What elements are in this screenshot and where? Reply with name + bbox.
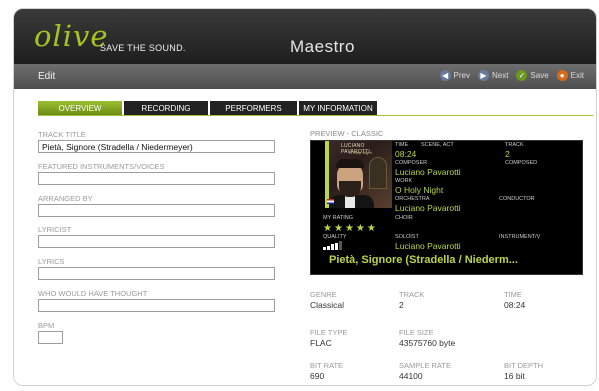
- exit-button[interactable]: ● Exit: [556, 70, 584, 81]
- content-panel: OVERVIEW RECORDING PERFORMERS MY INFORMA…: [14, 89, 596, 385]
- who-input[interactable]: [38, 299, 275, 312]
- tab-divider: [38, 115, 593, 116]
- olive-logo: olive: [34, 19, 109, 53]
- preview-scene-label: SCENE, ACT: [421, 142, 454, 148]
- tab-my-information[interactable]: MY INFORMATION: [299, 101, 377, 115]
- next-label: Next: [491, 71, 509, 80]
- quality-bar: [327, 245, 330, 250]
- arranged-label: ARRANGED BY: [38, 194, 93, 203]
- tagline: SAVE THE SOUND.: [100, 43, 186, 53]
- track-title-label: TRACK TITLE: [38, 130, 86, 139]
- preview-composed-label: COMPOSED: [505, 160, 538, 166]
- app-title: Maestro: [290, 37, 355, 56]
- tab-performers[interactable]: PERFORMERS: [210, 101, 297, 115]
- cover-subtitle: O Holy Night: [349, 150, 372, 155]
- arrow-right-icon: ▶: [477, 70, 489, 81]
- lyricist-input[interactable]: [38, 235, 275, 248]
- track-title-input[interactable]: [38, 140, 275, 153]
- preview-quality-label: QUALITY: [323, 234, 347, 240]
- preview-display: LUCIANO PAVAROTTI O Holy Night TIME SCEN…: [310, 140, 583, 275]
- samplerate-label: SAMPLE RATE: [399, 361, 451, 370]
- bitdepth-value: 16 bit: [504, 371, 525, 381]
- preview-composer-label: COMPOSER: [395, 160, 428, 166]
- time-label: TIME: [504, 290, 522, 299]
- preview-time-value: 08:24: [395, 149, 417, 159]
- who-label: WHO WOULD HAVE THOUGHT: [38, 289, 148, 298]
- toolbar-actions: ◀ Prev ▶ Next ✓ Save ● Exit: [439, 70, 584, 81]
- preview-track-title: Pietà, Signore (Stradella / Niederm...: [329, 254, 518, 266]
- genre-label: GENRE: [310, 290, 337, 299]
- quality-bar: [331, 244, 334, 250]
- preview-work-label: WORK: [395, 178, 413, 184]
- tab-bar: OVERVIEW RECORDING PERFORMERS MY INFORMA…: [38, 101, 377, 115]
- app-window: olive SAVE THE SOUND. Maestro Edit ◀ Pre…: [13, 8, 597, 386]
- quality-bar: [339, 241, 342, 250]
- preview-track-label: TRACK: [505, 142, 524, 148]
- preview-soloist-label: SOLOIST: [395, 234, 419, 240]
- save-label: Save: [530, 71, 549, 80]
- album-cover: LUCIANO PAVAROTTI O Holy Night: [325, 141, 392, 208]
- power-icon: ●: [556, 70, 568, 81]
- preview-choir-label: CHOIR: [395, 215, 413, 221]
- prev-button[interactable]: ◀ Prev: [439, 70, 470, 81]
- preview-track-value: 2: [505, 149, 510, 159]
- quality-bar: [335, 242, 338, 250]
- tab-overview[interactable]: OVERVIEW: [38, 101, 122, 115]
- save-button[interactable]: ✓ Save: [516, 70, 549, 81]
- lyrics-input[interactable]: [38, 267, 275, 280]
- featured-label: FEATURED INSTRUMENTS/VOICES: [38, 162, 165, 171]
- preview-composer-value: Luciano Pavarotti: [395, 167, 461, 177]
- lyrics-label: LYRICS: [38, 257, 65, 266]
- bitrate-value: 690: [310, 371, 325, 381]
- filetype-value: FLAC: [310, 338, 332, 348]
- quality-bar: [323, 247, 326, 250]
- preview-instrument-label: INSTRUMENT/V: [499, 234, 541, 240]
- arranged-input[interactable]: [38, 204, 275, 217]
- track-label: TRACK: [399, 290, 425, 299]
- track-value: 2: [399, 300, 404, 310]
- tab-recording[interactable]: RECORDING: [124, 101, 208, 115]
- star-icon[interactable]: ★: [367, 224, 376, 234]
- bpm-label: BPM: [38, 321, 55, 330]
- filesize-value: 43575760 byte: [399, 338, 456, 348]
- preview-conductor-label: CONDUCTOR: [499, 196, 535, 202]
- star-icon[interactable]: ★: [334, 224, 343, 234]
- samplerate-value: 44100: [399, 371, 423, 381]
- edit-toolbar: Edit ◀ Prev ▶ Next ✓ Save ● Exit: [14, 64, 596, 89]
- time-value: 08:24: [504, 300, 526, 310]
- bitdepth-label: BIT DEPTH: [504, 361, 544, 370]
- preview-time-label: TIME: [395, 142, 409, 148]
- filetype-label: FILE TYPE: [310, 328, 348, 337]
- featured-input[interactable]: [38, 172, 275, 185]
- preview-work-value: O Holy Night: [395, 185, 444, 195]
- prev-label: Prev: [453, 71, 470, 80]
- preview-soloist-value: Luciano Pavarotti: [395, 241, 461, 251]
- edit-title: Edit: [38, 71, 56, 82]
- star-icon[interactable]: ★: [345, 224, 354, 234]
- preview-rating-label: MY RATING: [323, 215, 354, 221]
- header-bar: olive SAVE THE SOUND. Maestro: [14, 9, 596, 64]
- star-icon[interactable]: ★: [356, 224, 365, 234]
- bitrate-label: BIT RATE: [310, 361, 344, 370]
- flag-icon: [327, 199, 334, 204]
- arrow-left-icon: ◀: [439, 70, 451, 81]
- bpm-input[interactable]: [38, 331, 63, 344]
- preview-orchestra-label: ORCHESTRA: [395, 196, 430, 202]
- checkmark-icon: ✓: [516, 70, 528, 81]
- filesize-label: FILE SIZE: [399, 328, 434, 337]
- genre-value: Classical: [310, 300, 345, 310]
- star-icon[interactable]: ★: [323, 224, 332, 234]
- rating-stars[interactable]: ★ ★ ★ ★ ★: [323, 224, 376, 234]
- quality-meter: [323, 241, 342, 250]
- preview-orchestra-value: Luciano Pavarotti: [395, 203, 461, 213]
- exit-label: Exit: [570, 71, 584, 80]
- next-button[interactable]: ▶ Next: [477, 70, 509, 81]
- lyricist-label: LYRICIST: [38, 225, 72, 234]
- preview-label: PREVIEW - CLASSIC: [310, 129, 384, 138]
